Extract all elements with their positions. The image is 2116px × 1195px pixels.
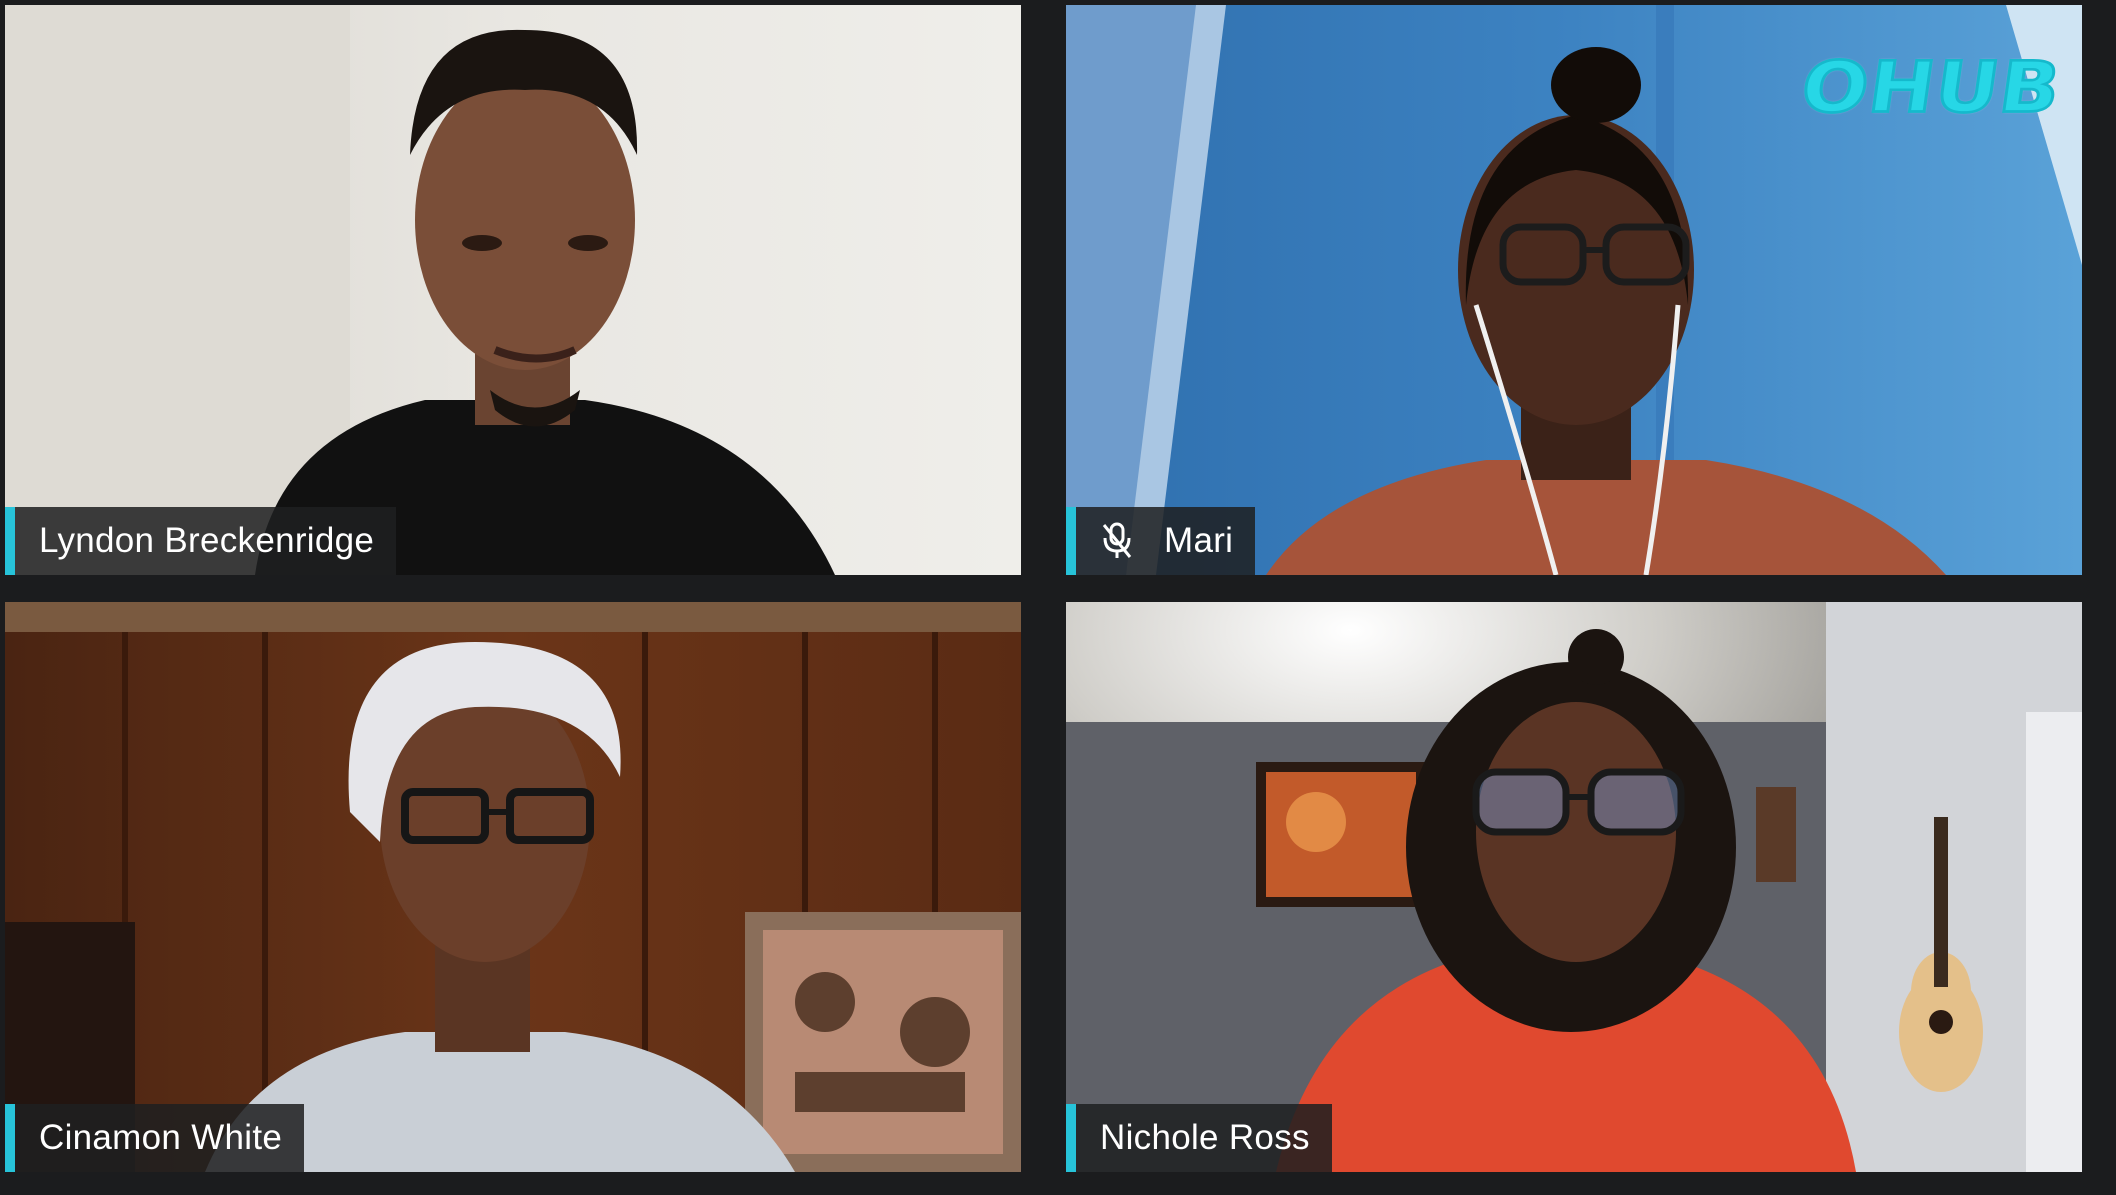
participant-nameplate: Mari [1066,507,1256,575]
participant-nameplate: Lyndon Breckenridge [5,507,397,575]
participant-name: Mari [1164,521,1234,560]
participant-tile-cinamon[interactable]: Cinamon White [5,602,1021,1172]
participant-video [1066,602,2082,1172]
participant-tile-lyndon[interactable]: Lyndon Breckenridge [5,5,1021,575]
participant-name: Nichole Ross [1100,1118,1310,1157]
participant-name: Cinamon White [39,1118,283,1157]
participant-nameplate: Cinamon White [5,1104,305,1172]
microphone-off-icon [1100,521,1134,561]
participant-video [5,5,1021,575]
participant-name: Lyndon Breckenridge [39,521,375,560]
participant-video [5,602,1021,1172]
participant-nameplate: Nichole Ross [1066,1104,1332,1172]
participant-tile-nichole[interactable]: Nichole Ross [1066,602,2082,1172]
participant-tile-mari[interactable]: OHUB Mari [1066,5,2082,575]
video-call-grid: Lyndon Breckenridge OHUB Mari Cinamon Wh… [0,0,2116,1195]
ohub-logo: OHUB [1794,46,2067,130]
